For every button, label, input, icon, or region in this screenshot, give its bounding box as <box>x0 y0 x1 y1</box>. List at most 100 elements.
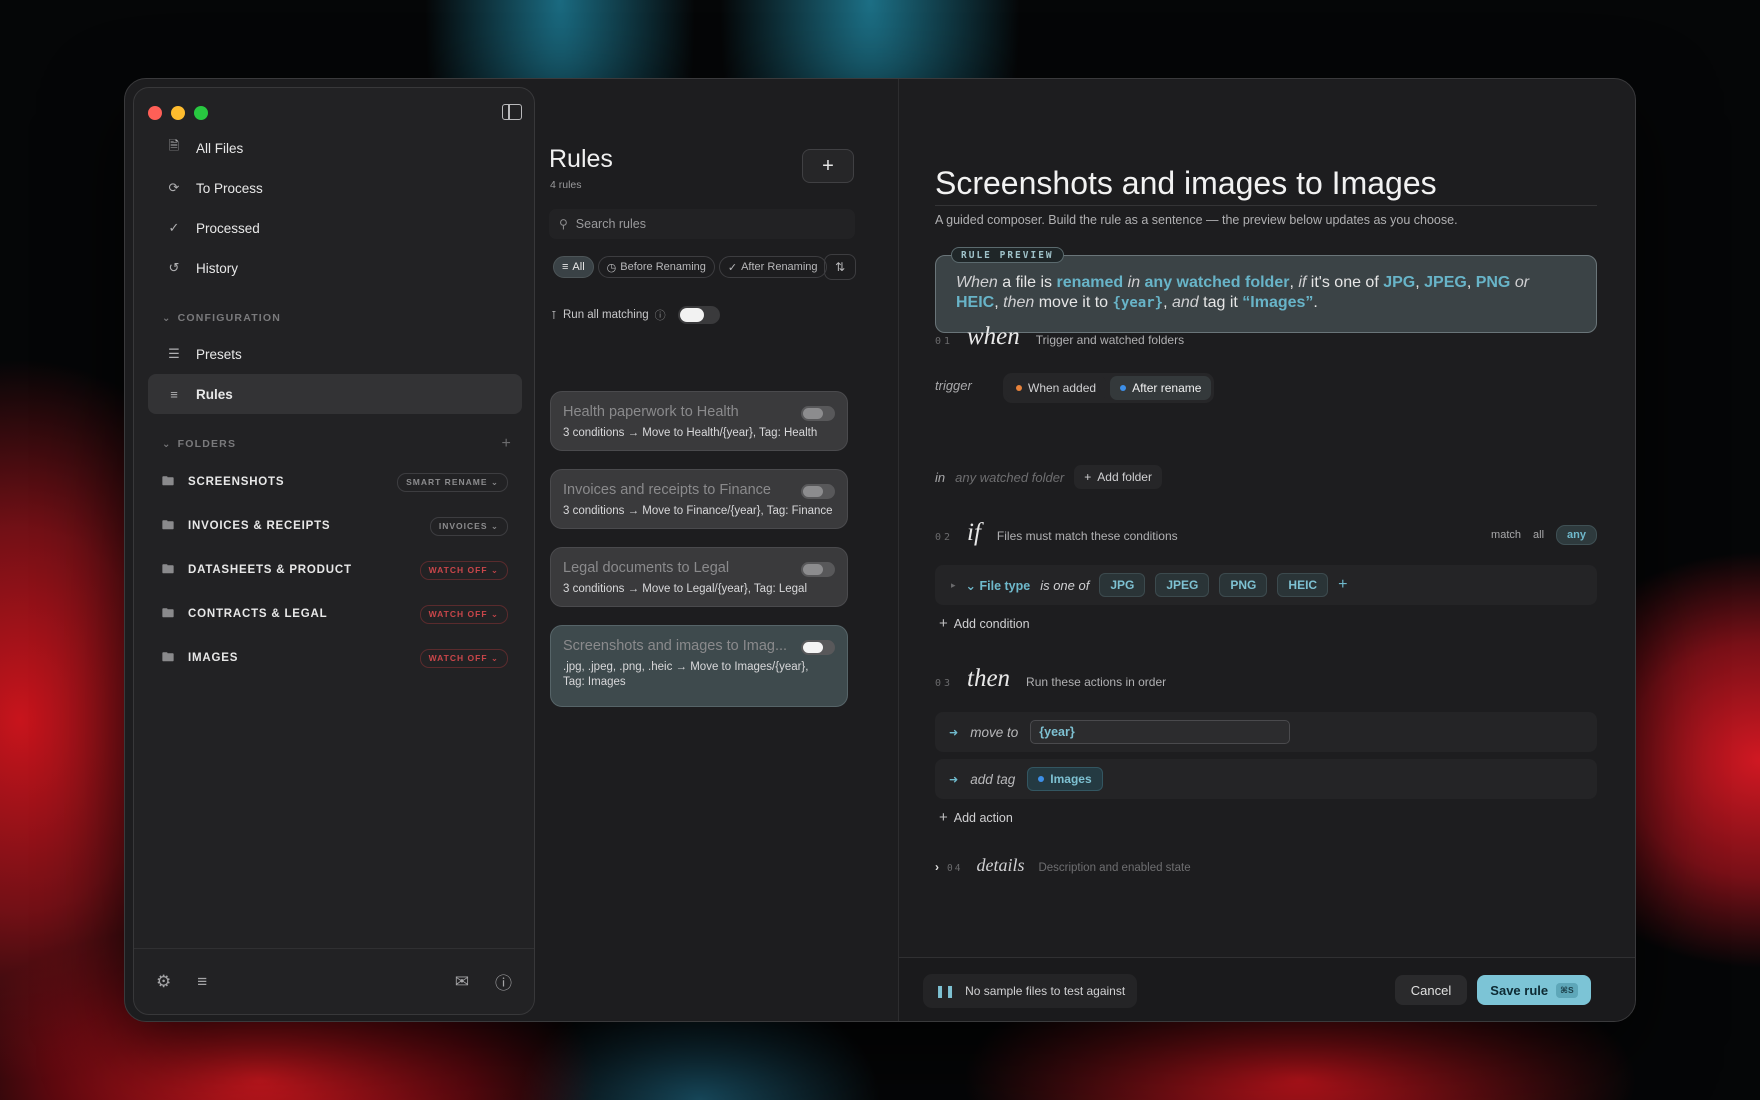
match-all-option[interactable]: all <box>1533 529 1544 541</box>
rule-preview: When a file is renamed in any watched fo… <box>935 255 1597 333</box>
folder-name: SCREENSHOTS <box>188 476 285 488</box>
run-all-matching: ⊺ Run all matching ⓘ <box>551 306 720 324</box>
match-any-option[interactable]: any <box>1556 525 1597 545</box>
rule-card[interactable]: Health paperwork to Health 3 conditions … <box>550 391 848 451</box>
sample-files-status: ❚❚ No sample files to test against <box>923 974 1138 1008</box>
folder-icon: 🖿 <box>162 517 175 532</box>
folders-section-header[interactable]: ⌄ FOLDERS + <box>148 428 522 460</box>
add-condition-button[interactable]: + Add condition <box>939 615 1030 632</box>
search-input[interactable]: ⚲ Search rules <box>549 209 855 239</box>
add-action-button[interactable]: + Add action <box>939 809 1013 826</box>
rule-title[interactable]: Screenshots and images to Images <box>935 165 1437 202</box>
sort-button[interactable]: ⇅ <box>824 254 856 280</box>
sidebar-item-all-files[interactable]: 🗎 All Files <box>148 128 522 168</box>
info-icon[interactable]: ⓘ <box>655 307 666 323</box>
value-chip[interactable]: JPG <box>1099 573 1146 597</box>
arrow-right-icon: ➜ <box>949 726 959 739</box>
value-chip[interactable]: JPEG <box>1155 573 1210 597</box>
test-tube-icon: ❚❚ <box>935 984 956 998</box>
search-placeholder: Search rules <box>575 217 646 231</box>
folder-item[interactable]: 🖿 SCREENSHOTS SMART RENAME ⌄ <box>148 460 522 504</box>
history-icon: ↺ <box>168 260 180 275</box>
mail-icon[interactable]: ✉ <box>455 972 469 992</box>
filter-before-renaming[interactable]: ◷ Before Renaming <box>597 256 715 278</box>
sidebar-item-processed[interactable]: ✓ Processed <box>148 208 522 248</box>
tag-chip[interactable]: Images <box>1027 767 1103 791</box>
value-chip[interactable]: PNG <box>1219 573 1268 597</box>
sliders-icon[interactable]: ≡ <box>197 972 207 992</box>
folder-item[interactable]: 🖿 DATASHEETS & PRODUCT WATCH OFF ⌄ <box>148 548 522 592</box>
zoom-window-button[interactable] <box>194 106 208 120</box>
rule-name: Legal documents to Legal <box>563 560 730 576</box>
rule-card[interactable]: Invoices and receipts to Finance 3 condi… <box>550 469 848 529</box>
document-icon: 🗎 <box>168 138 180 153</box>
sidebar-toggle-icon[interactable] <box>502 104 522 120</box>
sidebar-item-history[interactable]: ↺ History <box>148 248 522 288</box>
sidebar-item-rules[interactable]: ≡ Rules <box>148 374 522 414</box>
folder-scope: any watched folder <box>955 469 1065 485</box>
value-chip[interactable]: HEIC <box>1277 573 1329 597</box>
filter-after-renaming[interactable]: ✓ After Renaming <box>718 256 827 278</box>
plus-icon: + <box>1084 470 1092 484</box>
rule-summary: .jpg, .jpeg, .png, .heic → Move to Image… <box>563 661 809 688</box>
folder-mode-dropdown[interactable]: WATCH OFF ⌄ <box>419 604 508 624</box>
add-folder-button[interactable]: + Add folder <box>1074 465 1162 489</box>
run-all-matching-toggle[interactable] <box>677 306 720 324</box>
folder-item[interactable]: 🖿 IMAGES WATCH OFF ⌄ <box>148 636 522 680</box>
minimize-window-button[interactable] <box>171 106 185 120</box>
rule-summary: 3 conditions → Move to Health/{year}, Ta… <box>563 427 818 439</box>
folder-mode-dropdown[interactable]: WATCH OFF ⌄ <box>419 648 508 668</box>
rule-filters: ≡ All ◷ Before Renaming ✓ After Renaming <box>553 256 827 278</box>
sidebar-item-label: Presets <box>196 346 242 362</box>
rule-enabled-toggle[interactable] <box>801 562 835 577</box>
rule-preview-label: RULE PREVIEW <box>951 247 1064 263</box>
rule-summary: 3 conditions → Move to Legal/{year}, Tag… <box>563 583 808 595</box>
condition-field-dropdown[interactable]: ⌄ File type <box>966 578 1031 593</box>
folder-icon: 🖿 <box>162 561 175 576</box>
shortcut-hint: ⌘S <box>1556 982 1578 998</box>
configuration-section-header[interactable]: ⌄ CONFIGURATION <box>148 302 522 334</box>
folder-item[interactable]: 🖿 INVOICES & RECEIPTS INVOICES ⌄ <box>148 504 522 548</box>
filter-all[interactable]: ≡ All <box>553 256 594 278</box>
folder-item[interactable]: 🖿 CONTRACTS & LEGAL WATCH OFF ⌄ <box>148 592 522 636</box>
sidebar-item-presets[interactable]: ☰ Presets <box>148 334 522 374</box>
rule-card[interactable]: Legal documents to Legal 3 conditions → … <box>550 547 848 607</box>
layers-icon: ☰ <box>168 346 180 361</box>
cancel-button[interactable]: Cancel <box>1395 975 1467 1005</box>
rule-enabled-toggle[interactable] <box>801 406 835 421</box>
rule-enabled-toggle[interactable] <box>801 640 835 655</box>
rule-enabled-toggle[interactable] <box>801 484 835 499</box>
sidebar-footer: ⚙ ≡ ✉ ⓘ <box>134 948 534 1014</box>
rules-count: 4 rules <box>550 179 582 191</box>
folder-mode-dropdown[interactable]: SMART RENAME ⌄ <box>397 472 508 492</box>
condition-operator[interactable]: is one of <box>1040 578 1089 593</box>
details-section-toggle[interactable]: › 04 details Description and enabled sta… <box>935 855 1191 876</box>
composer-footer: ❚❚ No sample files to test against Cance… <box>899 957 1635 1021</box>
step-when-header: 01 when Trigger and watched folders <box>935 323 1185 350</box>
clock-icon: ◷ <box>606 261 617 274</box>
rule-card-selected[interactable]: Screenshots and images to Imag... .jpg, … <box>550 625 848 707</box>
trigger-when-added[interactable]: When added <box>1006 376 1107 400</box>
plus-icon: + <box>822 154 834 177</box>
close-window-button[interactable] <box>148 106 162 120</box>
sidebar-item-to-process[interactable]: ⟳ To Process <box>148 168 522 208</box>
gear-icon[interactable]: ⚙ <box>156 972 171 992</box>
folder-mode-dropdown[interactable]: INVOICES ⌄ <box>429 516 508 536</box>
sidebar-item-label: History <box>196 260 239 276</box>
trigger-after-rename[interactable]: After rename <box>1110 376 1212 400</box>
drag-handle-icon[interactable]: ▸ <box>951 580 956 591</box>
save-rule-button[interactable]: Save rule ⌘S <box>1477 975 1591 1005</box>
move-destination-input[interactable]: {year} <box>1030 720 1291 744</box>
folder-mode-dropdown[interactable]: WATCH OFF ⌄ <box>419 560 508 580</box>
refresh-icon: ⟳ <box>168 180 180 195</box>
plus-icon: + <box>939 809 948 826</box>
rule-summary: 3 conditions → Move to Finance/{year}, T… <box>563 505 833 517</box>
sidebar-item-label: All Files <box>196 140 244 156</box>
folder-icon: 🖿 <box>162 649 175 664</box>
add-folder-icon[interactable]: + <box>501 435 512 453</box>
chevron-right-icon: › <box>935 860 939 874</box>
trigger-label: trigger <box>935 378 972 393</box>
help-icon[interactable]: ⓘ <box>495 969 512 994</box>
add-rule-button[interactable]: + <box>802 149 854 183</box>
add-value-icon[interactable]: + <box>1338 576 1347 594</box>
